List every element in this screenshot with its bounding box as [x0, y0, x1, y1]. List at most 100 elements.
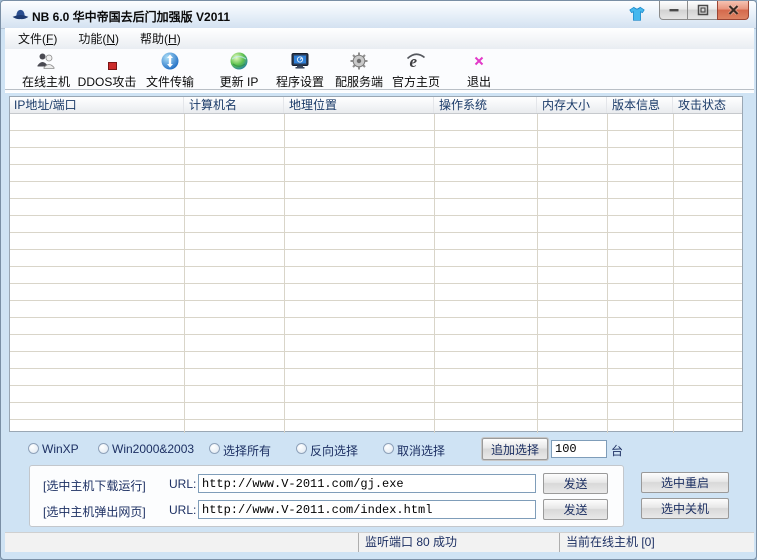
table-body[interactable]	[10, 114, 742, 433]
column-header-os[interactable]: 操作系统	[434, 97, 537, 113]
radio-deselect[interactable]	[383, 443, 394, 454]
radio-select-all-label[interactable]: 选择所有	[223, 442, 271, 459]
table-row[interactable]	[10, 165, 742, 182]
toolbar-file-transfer[interactable]: 文件传输	[139, 51, 201, 91]
table-row[interactable]	[10, 216, 742, 233]
hosts-table: IP地址/端口 计算机名 地理位置 操作系统 内存大小 版本信息 攻击状态	[9, 96, 743, 432]
window-title: NB 6.0 华中帝国去后门加强版 V2011	[32, 8, 230, 25]
append-select-button[interactable]: 追加选择	[482, 438, 548, 460]
table-row[interactable]	[10, 403, 742, 420]
exit-icon	[469, 51, 489, 71]
radio-select-all[interactable]	[209, 443, 220, 454]
shirt-icon	[628, 5, 646, 23]
menubar: 文件(F) 功能(N) 帮助(H)	[5, 28, 754, 50]
radio-invert-selection-label[interactable]: 反向选择	[310, 442, 358, 459]
toolbar-online-hosts[interactable]: 在线主机	[15, 51, 77, 91]
users-icon	[36, 51, 56, 71]
table-row[interactable]	[10, 250, 742, 267]
maximize-button[interactable]	[688, 1, 717, 20]
radio-win2000-2003[interactable]	[98, 443, 109, 454]
gear-icon	[349, 51, 369, 71]
column-separator	[607, 114, 608, 433]
toolbar-label: 配服务端	[335, 73, 383, 90]
toolbar-label: 在线主机	[22, 73, 70, 90]
column-separator	[673, 114, 674, 433]
globe-icon	[229, 51, 249, 71]
toolbar-label: 文件传输	[146, 73, 194, 90]
send-button-popup[interactable]: 发送	[543, 499, 608, 520]
table-row[interactable]	[10, 131, 742, 148]
monitor-icon	[290, 51, 310, 71]
column-header-attack-status[interactable]: 攻击状态	[673, 97, 742, 113]
toolbar-ddos-attack[interactable]: DDOS攻击	[76, 51, 138, 91]
table-row[interactable]	[10, 233, 742, 250]
table-row[interactable]	[10, 284, 742, 301]
ie-icon: e	[406, 51, 426, 71]
hat-app-icon	[12, 8, 29, 21]
url-input-download[interactable]	[198, 474, 536, 493]
shutdown-selected-button[interactable]: 选中关机	[641, 498, 729, 519]
menu-help[interactable]: 帮助(H)	[132, 28, 189, 49]
minimize-button[interactable]	[659, 1, 688, 20]
menu-functions[interactable]: 功能(N)	[70, 28, 127, 49]
toolbar-exit[interactable]: 退出	[448, 51, 510, 91]
toolbar-official-homepage[interactable]: e 官方主页	[385, 51, 447, 91]
radio-invert-selection[interactable]	[296, 443, 307, 454]
column-separator	[434, 114, 435, 433]
toolbar-label: 程序设置	[276, 73, 324, 90]
toolbar-label: 官方主页	[392, 73, 440, 90]
count-unit-label: 台	[611, 442, 623, 459]
titlebar[interactable]: NB 6.0 华中帝国去后门加强版 V2011	[1, 1, 756, 29]
table-row[interactable]	[10, 114, 742, 131]
radio-deselect-label[interactable]: 取消选择	[397, 442, 445, 459]
append-count-input[interactable]	[551, 440, 607, 458]
send-button-download[interactable]: 发送	[543, 473, 608, 494]
column-separator	[184, 114, 185, 433]
table-row[interactable]	[10, 386, 742, 403]
column-header-version[interactable]: 版本信息	[607, 97, 673, 113]
table-row[interactable]	[10, 420, 742, 433]
url-label-popup: URL:	[169, 503, 196, 517]
column-separator	[284, 114, 285, 433]
table-row[interactable]	[10, 148, 742, 165]
close-button[interactable]	[717, 1, 749, 20]
app-window: NB 6.0 华中帝国去后门加强版 V2011 文件(F) 功能(N) 帮助(H…	[0, 0, 757, 560]
radio-win2000-2003-label[interactable]: Win2000&2003	[112, 442, 194, 456]
column-header-memory[interactable]: 内存大小	[537, 97, 607, 113]
radio-winxp-label[interactable]: WinXP	[42, 442, 79, 456]
table-header-row: IP地址/端口 计算机名 地理位置 操作系统 内存大小 版本信息 攻击状态	[10, 97, 742, 114]
url-input-popup[interactable]	[198, 500, 536, 519]
maximize-icon	[697, 4, 709, 16]
toolbar-update-ip[interactable]: 更新 IP	[208, 51, 270, 91]
table-row[interactable]	[10, 369, 742, 386]
column-header-location[interactable]: 地理位置	[284, 97, 434, 113]
status-listen-port: 监听端口 80 成功	[358, 533, 559, 552]
command-groupbox: [选中主机下载运行] URL: 发送 [选中主机弹出网页] URL: 发送	[29, 465, 624, 527]
table-row[interactable]	[10, 352, 742, 369]
transfer-icon	[160, 51, 180, 71]
globe-attack-icon	[97, 51, 117, 71]
radio-winxp[interactable]	[28, 443, 39, 454]
toolbar-label: DDOS攻击	[78, 73, 137, 90]
statusbar: 监听端口 80 成功 当前在线主机 [0]	[5, 532, 754, 552]
status-online-hosts: 当前在线主机 [0]	[559, 533, 754, 552]
download-run-label: [选中主机下载运行]	[43, 477, 146, 494]
toolbar-program-settings[interactable]: 程序设置	[269, 51, 331, 91]
menu-file[interactable]: 文件(F)	[10, 28, 65, 49]
table-row[interactable]	[10, 199, 742, 216]
status-pane-empty	[5, 533, 358, 552]
toolbar-label: 退出	[467, 73, 491, 90]
restart-selected-button[interactable]: 选中重启	[641, 472, 729, 493]
popup-webpage-label: [选中主机弹出网页]	[43, 503, 146, 520]
column-header-computer-name[interactable]: 计算机名	[184, 97, 284, 113]
table-row[interactable]	[10, 267, 742, 284]
toolbar-build-server[interactable]: 配服务端	[328, 51, 390, 91]
table-row[interactable]	[10, 301, 742, 318]
table-row[interactable]	[10, 318, 742, 335]
column-header-ip-port[interactable]: IP地址/端口	[10, 97, 184, 113]
toolbar-label: 更新 IP	[220, 73, 259, 90]
table-row[interactable]	[10, 335, 742, 352]
table-row[interactable]	[10, 182, 742, 199]
window-controls	[659, 1, 749, 20]
selection-row: WinXP Win2000&2003 选择所有 反向选择 取消选择 追加选择 台	[5, 437, 754, 461]
